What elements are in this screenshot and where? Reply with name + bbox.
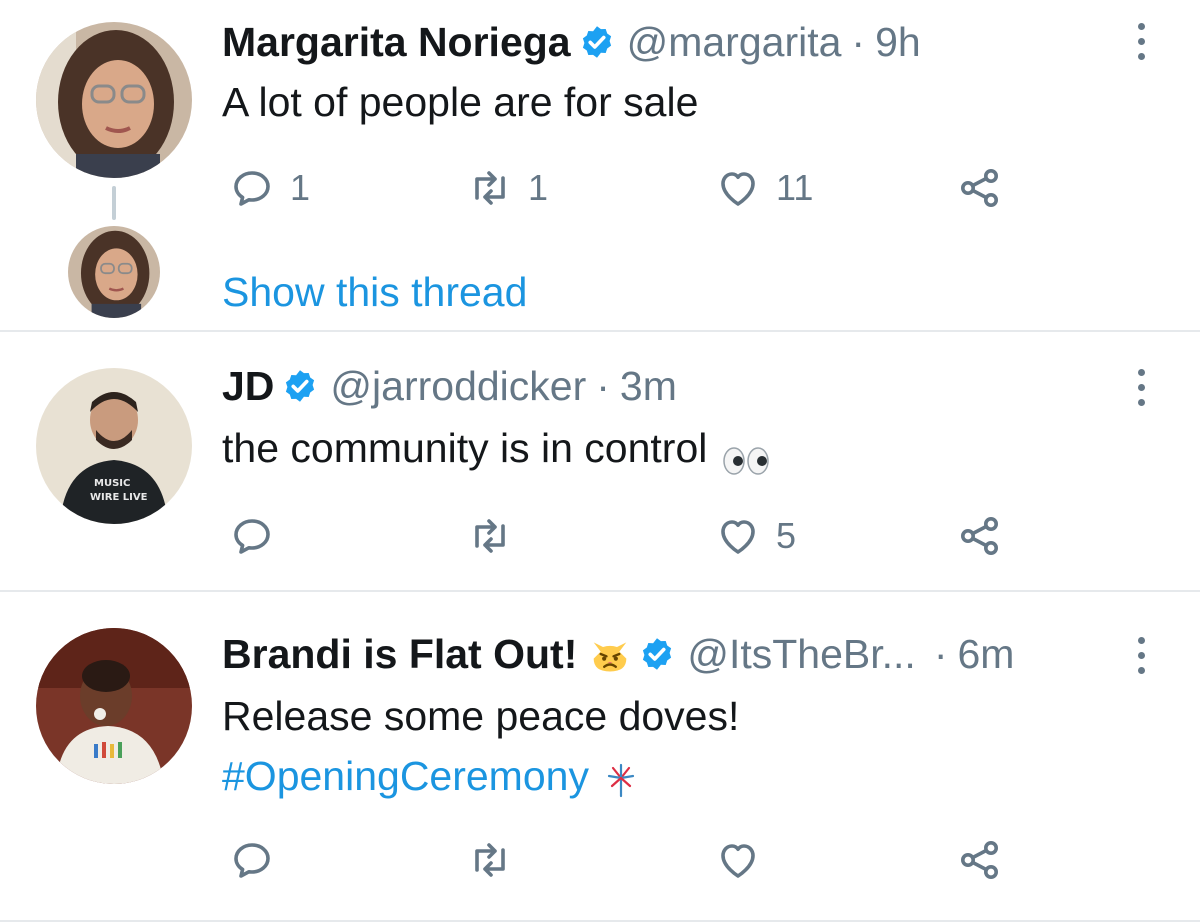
like-icon [721, 172, 755, 206]
share-button[interactable] [956, 164, 1004, 212]
reply-icon [234, 171, 270, 206]
like-count: 11 [776, 167, 814, 208]
share-icon [961, 169, 998, 207]
separator: · [933, 631, 948, 677]
svg-text:MUSIC: MUSIC [94, 478, 130, 489]
timestamp[interactable]: 6m [957, 630, 1014, 678]
svg-text:WIRE LIVE: WIRE LIVE [90, 492, 148, 503]
tweet-text-content: the community is in control [222, 425, 708, 471]
reply-button[interactable] [228, 512, 276, 560]
retweet-count: 1 [528, 167, 549, 208]
author-handle[interactable]: @jarroddicker [330, 362, 586, 410]
like-button[interactable]: 5 [714, 512, 796, 560]
like-count: 5 [776, 515, 797, 556]
author-handle[interactable]: @margarita [627, 18, 842, 66]
share-button[interactable] [956, 512, 1004, 560]
retweet-icon [475, 519, 505, 553]
like-button[interactable] [714, 836, 762, 884]
timestamp[interactable]: 3m [620, 362, 677, 410]
like-icon [721, 844, 755, 878]
author-handle[interactable]: @ItsTheBr... [687, 630, 915, 678]
like-icon [721, 520, 755, 554]
avatar[interactable]: MUSIC WIRE LIVE [36, 368, 192, 524]
thread-connector-line [112, 186, 116, 220]
retweet-icon [475, 843, 505, 877]
retweet-button[interactable] [466, 512, 514, 560]
eyes-emoji-icon [721, 436, 771, 475]
verified-badge-icon [282, 368, 318, 404]
author-name[interactable]: Margarita Noriega [222, 18, 571, 66]
reply-button[interactable] [228, 836, 276, 884]
like-button[interactable]: 11 [714, 164, 813, 212]
avatar[interactable] [36, 22, 192, 178]
more-icon[interactable] [1126, 630, 1156, 680]
author-name[interactable]: JD [222, 362, 274, 410]
share-button[interactable] [956, 836, 1004, 884]
reply-count: 1 [290, 167, 311, 208]
verified-badge-icon [639, 636, 675, 672]
tweet-header: Margarita Noriega @margarita · 9h [222, 18, 921, 66]
separator: · [851, 19, 866, 65]
retweet-icon [475, 171, 505, 205]
separator: · [596, 363, 610, 409]
tweet-header: JD @jarroddicker · 3m [222, 362, 677, 410]
hashtag-line: #OpeningCeremony [222, 750, 639, 802]
tweet-text: Release some peace doves! [222, 693, 740, 739]
timestamp[interactable]: 9h [875, 18, 921, 66]
author-name[interactable]: Brandi is Flat Out! [222, 630, 577, 678]
reply-icon [234, 843, 270, 878]
tweet-text: the community is in control [222, 422, 771, 475]
tweet-divider [0, 920, 1200, 922]
fireworks-emoji-icon [603, 758, 639, 798]
tweet-brandi[interactable]: Brandi is Flat Out! @ItsTheBr... · 6m Re… [0, 592, 1200, 923]
reply-button[interactable]: 1 [228, 164, 310, 212]
share-icon [961, 841, 998, 879]
retweet-button[interactable] [466, 836, 514, 884]
more-icon[interactable] [1126, 16, 1156, 66]
hashtag-link[interactable]: #OpeningCeremony [222, 750, 589, 802]
thread-avatar[interactable] [68, 226, 160, 318]
tweet-margarita[interactable]: Margarita Noriega @margarita · 9h A lot … [0, 0, 1200, 332]
more-icon[interactable] [1126, 362, 1156, 412]
verified-badge-icon [579, 24, 615, 60]
tweet-text: A lot of people are for sale [222, 79, 699, 125]
tweet-header: Brandi is Flat Out! @ItsTheBr... · 6m [222, 630, 1014, 678]
tweet-jd[interactable]: MUSIC WIRE LIVE JD @jarroddicker · 3m th… [0, 332, 1200, 590]
show-thread-link[interactable]: Show this thread [222, 268, 527, 316]
avatar[interactable] [36, 628, 192, 784]
share-icon [961, 517, 998, 555]
retweet-button[interactable]: 1 [466, 164, 548, 212]
reply-icon [234, 519, 270, 554]
pouting-cat-emoji-icon [589, 633, 631, 675]
